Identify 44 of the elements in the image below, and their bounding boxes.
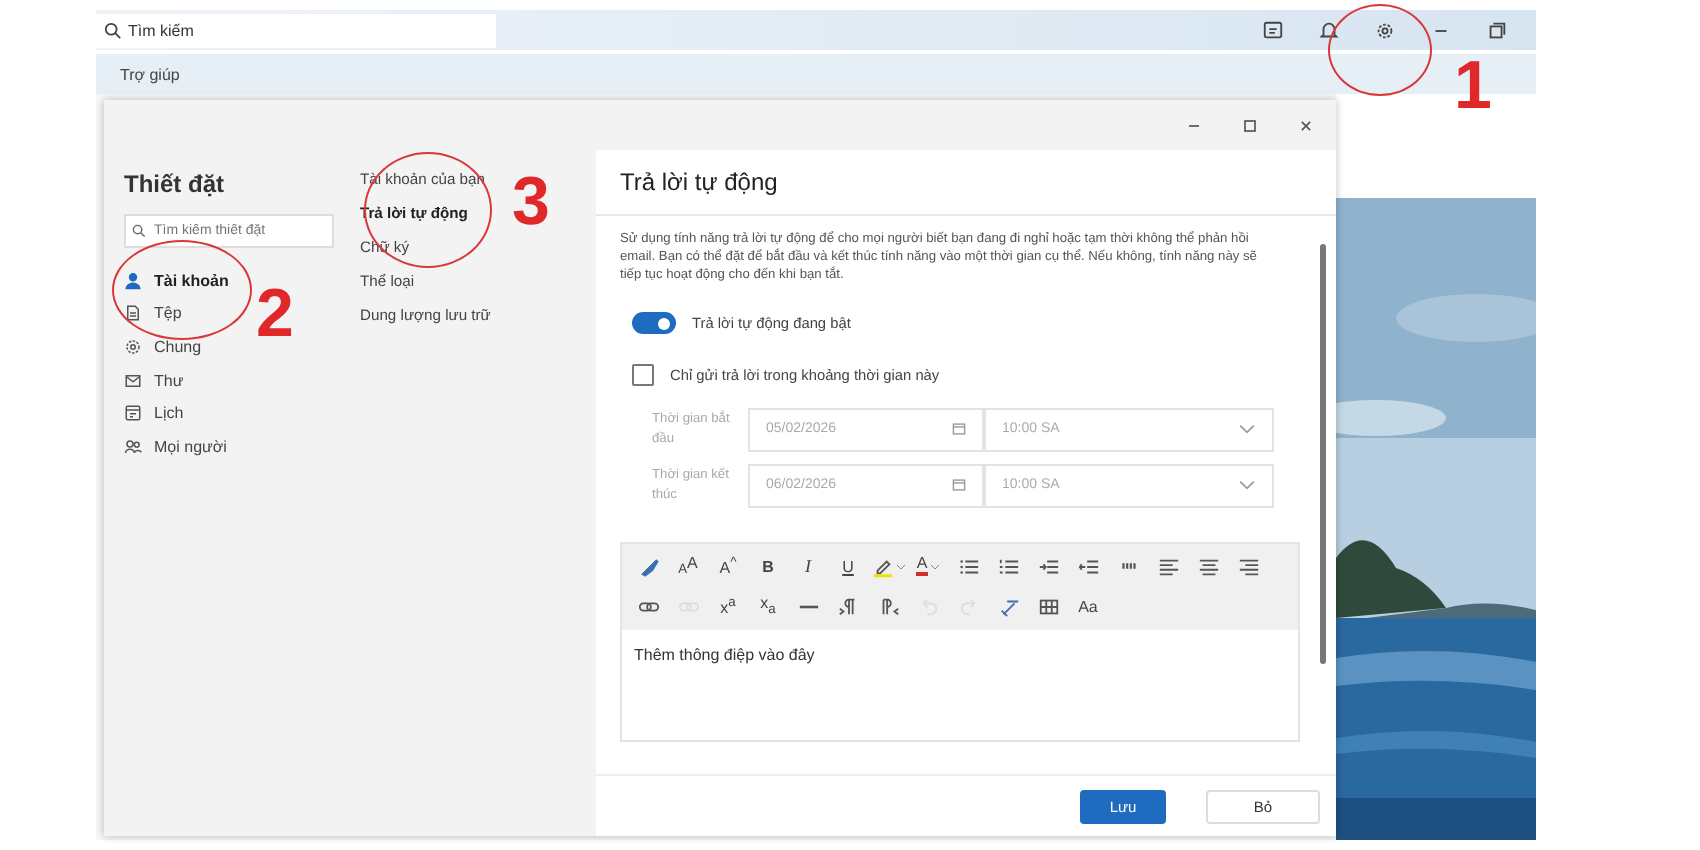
search-icon: [132, 224, 146, 238]
note-icon[interactable]: [1262, 19, 1284, 41]
annotation-number: 1: [1454, 52, 1492, 120]
format-button[interactable]: Aa: [1068, 587, 1108, 626]
message-editor[interactable]: $_{A}$A A$^{^}$ B I U A x$^{a}$ x$_{a}$ Aa Thêm thông điệp vào đây: [620, 541, 1300, 742]
annotation-circle-overlay: [1328, 4, 1432, 96]
format-button[interactable]: x$_{a}$: [748, 587, 788, 626]
bell-icon[interactable]: [1318, 19, 1340, 41]
file-icon: [124, 304, 142, 323]
mail-icon: [124, 371, 142, 390]
annotation-number: 3: [512, 168, 550, 236]
format-button[interactable]: I: [788, 547, 828, 586]
settings-icon: [124, 337, 142, 356]
checkbox[interactable]: [632, 364, 654, 387]
nav-item[interactable]: Lịch: [124, 396, 184, 430]
restore-icon[interactable]: [1486, 19, 1508, 41]
toggle-switch[interactable]: [632, 312, 676, 335]
chevron-icon: [1238, 480, 1256, 491]
people-icon: [124, 437, 142, 456]
nav-item[interactable]: Thư: [124, 363, 184, 397]
calendar-icon: [952, 422, 966, 437]
close-icon[interactable]: [1296, 115, 1316, 135]
search-icon: [104, 21, 122, 39]
annotation-circle-overlay: [364, 152, 492, 268]
calendar-icon: [124, 404, 142, 423]
format-button[interactable]: x$^{a}$: [708, 587, 748, 626]
panel-title: Trả lời tự động: [596, 150, 1336, 216]
settings-icon[interactable]: [1374, 19, 1396, 41]
format-button[interactable]: U: [828, 547, 868, 586]
format-button[interactable]: A$^{^}$: [708, 547, 748, 586]
settings-title: Thiết đặt: [124, 170, 226, 198]
annotation-number: 2: [256, 280, 294, 348]
calendar-icon: [952, 478, 966, 493]
format-button[interactable]: B: [748, 547, 788, 586]
nav-item[interactable]: Mọi người: [124, 429, 227, 464]
search-field[interactable]: Tìm kiếm: [96, 13, 496, 47]
annotation-circle-overlay: [112, 240, 252, 340]
menu-tab[interactable]: Trợ giúp: [120, 65, 180, 83]
nav-item[interactable]: Tệp: [124, 297, 182, 331]
format-button[interactable]: $_{A}$A: [668, 547, 708, 586]
nav-item[interactable]: Tài khoản: [124, 264, 229, 298]
maximize-icon[interactable]: [1240, 115, 1260, 135]
person-icon: [124, 271, 142, 290]
chevron-icon: [1238, 424, 1256, 435]
